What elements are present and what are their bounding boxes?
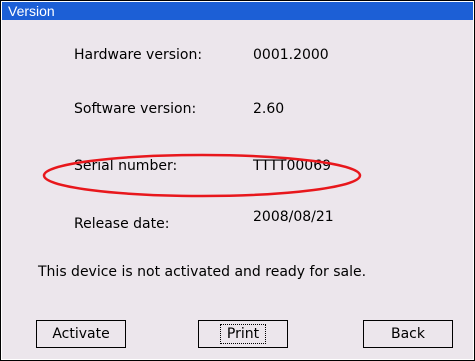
activate-button[interactable]: Activate bbox=[36, 320, 126, 348]
activation-status-message: This device is not activated and ready f… bbox=[38, 264, 367, 280]
activate-button-label: Activate bbox=[52, 326, 110, 342]
back-button[interactable]: Back bbox=[363, 320, 453, 348]
version-dialog: Version Hardware version: 0001.2000 Soft… bbox=[2, 2, 473, 359]
hardware-version-value: 0001.2000 bbox=[253, 47, 329, 63]
software-version-label: Software version: bbox=[74, 101, 197, 117]
release-date-value: 2008/08/21 bbox=[253, 209, 334, 225]
hardware-version-label: Hardware version: bbox=[74, 47, 203, 63]
version-dialog-frame: Version Hardware version: 0001.2000 Soft… bbox=[0, 0, 475, 361]
print-button-label: Print bbox=[219, 324, 267, 344]
serial-number-highlight-ellipse bbox=[42, 153, 362, 198]
window-title: Version bbox=[8, 3, 55, 19]
release-date-label: Release date: bbox=[74, 216, 170, 232]
print-button[interactable]: Print bbox=[198, 320, 288, 348]
title-bar: Version bbox=[2, 2, 473, 20]
software-version-value: 2.60 bbox=[253, 101, 285, 117]
back-button-label: Back bbox=[391, 326, 425, 342]
